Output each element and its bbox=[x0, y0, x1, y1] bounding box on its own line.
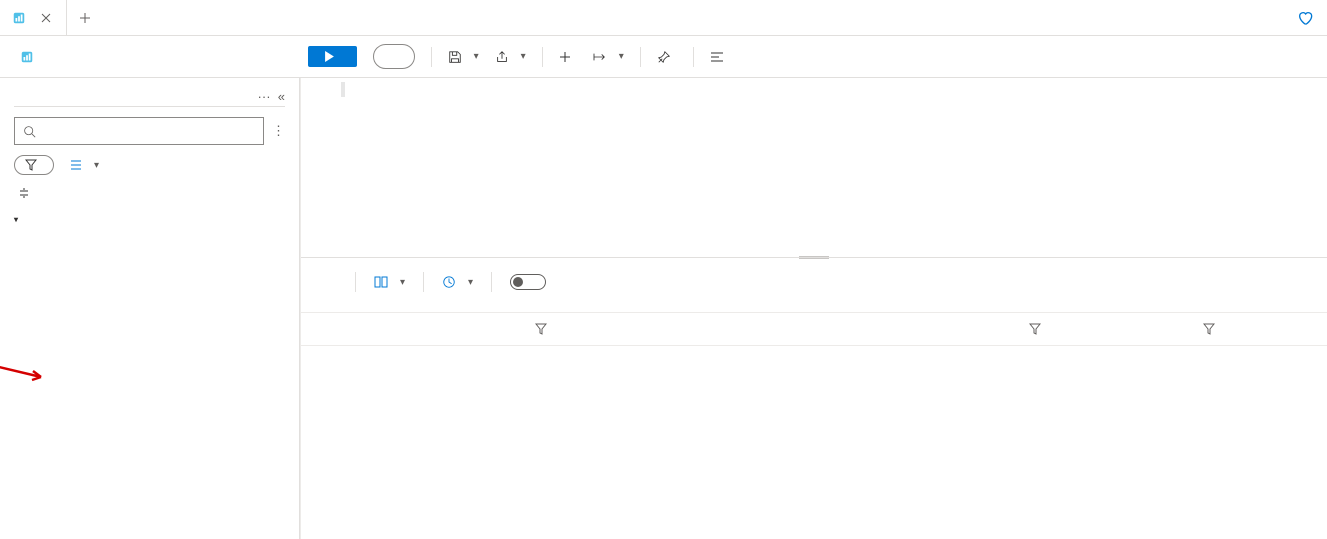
save-button[interactable]: ▾ bbox=[448, 50, 479, 64]
share-button[interactable]: ▾ bbox=[495, 50, 526, 64]
plus-icon bbox=[559, 51, 571, 63]
chevron-down-icon: ▾ bbox=[619, 51, 624, 62]
divider bbox=[491, 272, 492, 292]
workspace-scope[interactable] bbox=[20, 50, 42, 64]
close-tab-button[interactable] bbox=[38, 10, 54, 26]
divider bbox=[431, 47, 432, 67]
collapse-all-button[interactable] bbox=[14, 187, 285, 199]
collapse-icon bbox=[18, 187, 30, 199]
filter-icon[interactable] bbox=[1203, 323, 1215, 335]
list-icon bbox=[68, 159, 82, 171]
chevron-down-icon: ▾ bbox=[521, 51, 526, 62]
search-more-button[interactable]: ⋮ bbox=[272, 123, 285, 139]
search-input-wrapper[interactable] bbox=[14, 117, 264, 145]
annotation-arrow-icon bbox=[0, 363, 47, 383]
switch-icon bbox=[510, 274, 546, 290]
groupby-button[interactable]: ▾ bbox=[68, 159, 99, 171]
query-code bbox=[341, 82, 345, 97]
caret-down-icon: ▾ bbox=[14, 215, 18, 224]
clock-icon bbox=[442, 275, 456, 289]
export-icon bbox=[593, 51, 607, 63]
time-range-picker[interactable] bbox=[373, 44, 415, 69]
columns-icon bbox=[374, 276, 388, 288]
search-icon bbox=[23, 125, 36, 138]
filter-icon[interactable] bbox=[535, 323, 547, 335]
pin-icon bbox=[657, 50, 671, 64]
status-text bbox=[301, 292, 1327, 312]
divider bbox=[693, 47, 694, 67]
tab-bar bbox=[0, 0, 1327, 36]
divider bbox=[355, 272, 356, 292]
columns-button[interactable]: ▾ bbox=[374, 276, 405, 288]
add-tab-button[interactable] bbox=[67, 0, 103, 35]
filter-button[interactable] bbox=[14, 155, 54, 175]
log-analytics-icon bbox=[20, 50, 34, 64]
line-number bbox=[301, 78, 335, 86]
pin-button[interactable] bbox=[657, 50, 677, 64]
share-icon bbox=[495, 50, 509, 64]
filter-icon[interactable] bbox=[1029, 323, 1041, 335]
run-button[interactable] bbox=[308, 46, 357, 67]
divider bbox=[542, 47, 543, 67]
chevron-down-icon: ▾ bbox=[468, 277, 473, 288]
sidebar-tabs-more[interactable]: ··· « bbox=[258, 89, 285, 104]
chevron-down-icon: ▾ bbox=[94, 160, 99, 171]
toolbar-row: ▾ ▾ ▾ bbox=[0, 36, 1327, 78]
split-handle[interactable] bbox=[799, 255, 829, 261]
query-editor[interactable] bbox=[301, 78, 1327, 258]
divider bbox=[640, 47, 641, 67]
filter-icon bbox=[25, 159, 37, 171]
chevron-down-icon: ▾ bbox=[474, 51, 479, 62]
search-input[interactable] bbox=[42, 124, 255, 139]
export-button[interactable]: ▾ bbox=[593, 51, 624, 63]
group-columns-toggle[interactable] bbox=[510, 274, 556, 290]
heart-icon bbox=[1297, 10, 1313, 26]
divider bbox=[423, 272, 424, 292]
new-alert-button[interactable] bbox=[559, 51, 577, 63]
format-button[interactable] bbox=[710, 51, 730, 63]
chevron-down-icon: ▾ bbox=[400, 277, 405, 288]
result-header bbox=[301, 312, 1327, 346]
log-analytics-icon bbox=[12, 11, 26, 25]
display-time-button[interactable]: ▾ bbox=[442, 275, 473, 289]
tree-group-logmanagement[interactable]: ▾ bbox=[14, 215, 285, 224]
format-icon bbox=[710, 51, 724, 63]
query-tab[interactable] bbox=[0, 0, 67, 35]
sidebar: ··· « ⋮ ▾ ▾ bbox=[0, 78, 300, 539]
save-icon bbox=[448, 50, 462, 64]
